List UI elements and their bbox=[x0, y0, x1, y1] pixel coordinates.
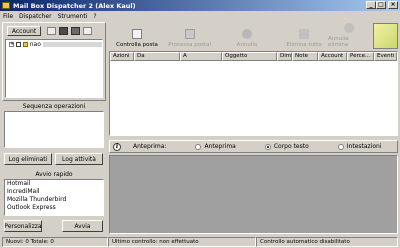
menu-file[interactable]: File bbox=[0, 13, 16, 20]
column-header[interactable]: Azioni bbox=[110, 52, 134, 61]
close-button[interactable]: × bbox=[388, 1, 398, 9]
delete-account-icon[interactable] bbox=[71, 27, 80, 35]
preview-area[interactable] bbox=[109, 155, 398, 234]
avvia-button[interactable]: Avvia bbox=[62, 220, 103, 232]
list-item[interactable]: Hotmail bbox=[5, 180, 103, 188]
radio-label: Anteprima bbox=[204, 143, 236, 150]
account-email-redacted bbox=[42, 42, 102, 47]
elimina-tutto-button[interactable]: Elimina tutto bbox=[280, 22, 328, 50]
mailbox-icon bbox=[22, 42, 28, 47]
column-header[interactable]: A bbox=[180, 52, 222, 61]
menu-help[interactable]: ? bbox=[90, 13, 99, 20]
undo-delete-icon bbox=[344, 23, 354, 33]
account-name: nao bbox=[29, 41, 41, 48]
radio-anteprima[interactable]: Anteprima bbox=[195, 143, 236, 150]
status-counts: Nuovi: 0 Totale: 0 bbox=[2, 237, 108, 247]
account-tree[interactable]: + nao bbox=[5, 39, 103, 98]
annulla-button[interactable]: Annulla bbox=[226, 22, 268, 50]
radio-label: Corpo testo bbox=[273, 143, 309, 150]
map-logo-icon bbox=[373, 23, 398, 49]
column-header[interactable]: Da bbox=[134, 52, 180, 61]
menu-bar: File Dispatcher Strumenti ? bbox=[0, 11, 400, 21]
personalizza-button[interactable]: Personalizza bbox=[4, 220, 42, 232]
controlla-posta-button[interactable]: Controlla posta bbox=[112, 22, 162, 50]
app-icon bbox=[2, 2, 10, 9]
column-header[interactable]: Dim. bbox=[277, 52, 292, 61]
operations-caption: Sequenza operazioni bbox=[22, 103, 86, 110]
radio-button[interactable] bbox=[195, 143, 202, 150]
menu-strumenti[interactable]: Strumenti bbox=[55, 13, 91, 20]
preview-options-bar: i Anteprima: Anteprima Corpo testo Intes… bbox=[109, 140, 398, 153]
column-header[interactable]: Oggetto bbox=[222, 52, 277, 61]
log-attivita-button[interactable]: Log attività bbox=[55, 153, 103, 165]
delete-all-icon bbox=[299, 29, 309, 39]
processa-posta-button[interactable]: Processa posta! bbox=[164, 22, 216, 50]
minimize-button[interactable]: _ bbox=[366, 1, 376, 9]
list-item[interactable]: Mozilla Thunderbird bbox=[5, 196, 103, 204]
window-title: Mail Box Dispatcher 2 (Alex Kaul) bbox=[13, 1, 136, 10]
properties-icon[interactable] bbox=[83, 27, 92, 35]
info-icon: i bbox=[113, 142, 121, 151]
table-header: Azioni Da A Oggetto Dim. Note Account Pe… bbox=[110, 52, 397, 61]
maximize-button[interactable]: □ bbox=[376, 1, 386, 9]
check-mail-icon bbox=[132, 29, 142, 39]
edit-account-icon[interactable] bbox=[59, 27, 68, 35]
menu-dispatcher[interactable]: Dispatcher bbox=[16, 13, 55, 20]
column-header[interactable]: Perce... bbox=[347, 52, 374, 61]
account-panel: Account + nao bbox=[2, 22, 106, 101]
status-auto-check: Controllo automatico disabilitato bbox=[256, 237, 398, 247]
annulla-elimina-button[interactable]: Annulla elimina bbox=[328, 22, 370, 50]
title-bar[interactable]: Mail Box Dispatcher 2 (Alex Kaul) _ □ × bbox=[0, 0, 400, 11]
controlla-posta-label: Controlla posta bbox=[116, 42, 158, 48]
column-header[interactable]: Eventi bbox=[374, 52, 397, 61]
log-eliminati-button[interactable]: Log eliminati bbox=[4, 153, 52, 165]
radio-corpo-testo[interactable]: Corpo testo bbox=[264, 143, 309, 150]
list-item[interactable]: Outlook Express bbox=[5, 204, 103, 212]
column-header[interactable]: Note bbox=[292, 52, 318, 61]
radio-intestazioni[interactable]: Intestazioni bbox=[337, 143, 382, 150]
column-header[interactable]: Account bbox=[318, 52, 347, 61]
radio-label: Intestazioni bbox=[346, 143, 382, 150]
account-button[interactable]: Account bbox=[7, 26, 41, 36]
annulla-label: Annulla bbox=[236, 42, 258, 48]
message-table[interactable]: Azioni Da A Oggetto Dim. Note Account Pe… bbox=[109, 51, 398, 136]
expand-icon[interactable]: + bbox=[9, 42, 14, 47]
processa-posta-label: Processa posta! bbox=[168, 42, 212, 48]
list-item[interactable]: IncrediMail bbox=[5, 188, 103, 196]
account-tree-item[interactable]: + nao bbox=[6, 40, 102, 49]
new-account-icon[interactable] bbox=[47, 27, 56, 35]
elimina-tutto-label: Elimina tutto bbox=[286, 42, 322, 48]
operations-list[interactable] bbox=[4, 111, 104, 148]
quick-launch-caption: Avvio rapido bbox=[35, 171, 73, 178]
quick-launch-list[interactable]: Hotmail IncrediMail Mozilla Thunderbird … bbox=[4, 179, 104, 216]
annulla-elimina-label: Annulla elimina bbox=[328, 36, 349, 48]
undo-icon bbox=[242, 29, 252, 39]
status-last-check: Ultimo controllo: non effettuato bbox=[108, 237, 256, 247]
radio-button[interactable] bbox=[264, 143, 271, 150]
preview-label: Anteprima: bbox=[133, 143, 167, 150]
process-mail-icon bbox=[185, 29, 195, 39]
radio-button[interactable] bbox=[337, 143, 344, 150]
account-checkbox[interactable] bbox=[16, 42, 21, 47]
